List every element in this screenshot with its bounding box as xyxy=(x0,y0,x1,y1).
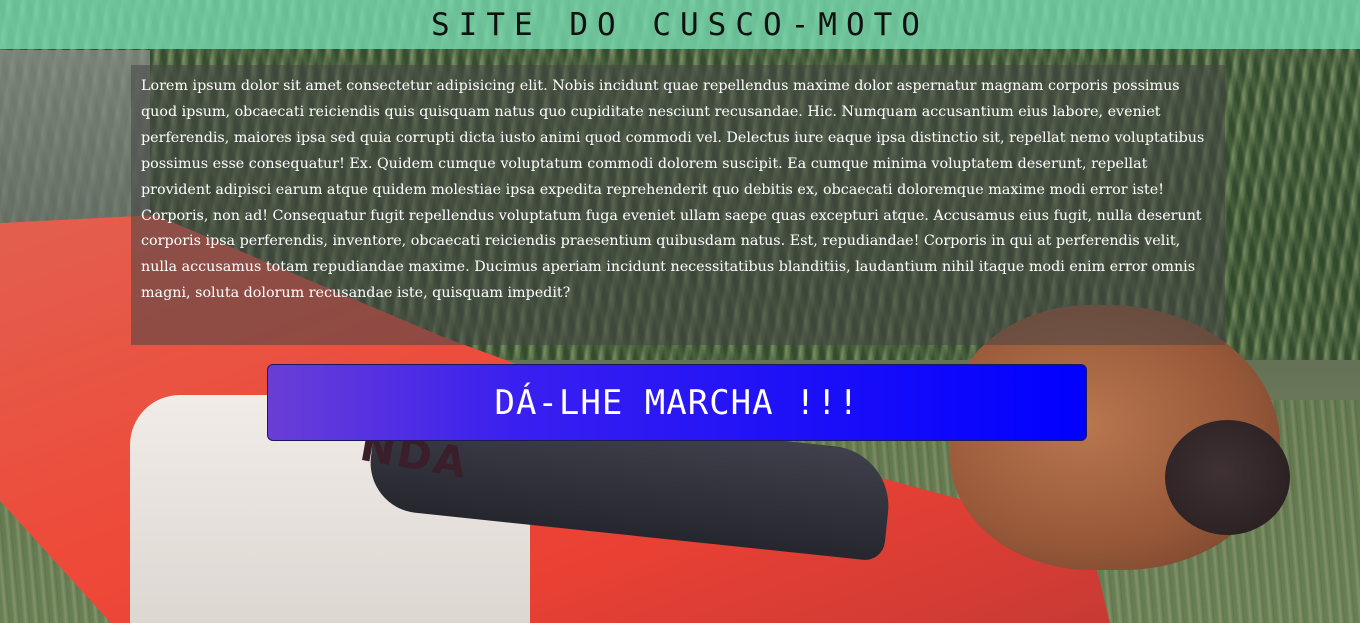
da-lhe-marcha-button-label: DÁ-LHE MARCHA !!! xyxy=(494,382,860,423)
site-title: SITE DO CUSCO-MOTO xyxy=(431,6,929,43)
lorem-text-panel: Lorem ipsum dolor sit amet consectetur a… xyxy=(131,65,1225,345)
site-header: SITE DO CUSCO-MOTO xyxy=(0,0,1360,49)
dog-snout xyxy=(1165,420,1290,535)
da-lhe-marcha-button[interactable]: DÁ-LHE MARCHA !!! xyxy=(267,364,1087,441)
lorem-paragraph: Lorem ipsum dolor sit amet consectetur a… xyxy=(141,78,1205,302)
